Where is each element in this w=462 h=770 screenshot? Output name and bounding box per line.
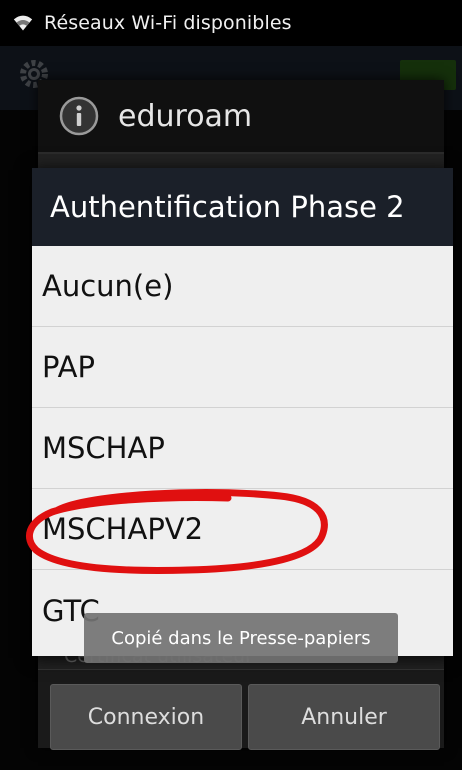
dialog-button-row: Connexion Annuler	[38, 669, 444, 750]
connect-button[interactable]: Connexion	[50, 684, 242, 750]
status-title: Réseaux Wi-Fi disponibles	[44, 12, 292, 34]
dialog-title: Authentification Phase 2	[32, 168, 453, 246]
option-pap[interactable]: PAP	[32, 327, 453, 408]
info-icon	[59, 96, 99, 136]
network-ssid: eduroam	[118, 98, 253, 134]
wifi-icon	[13, 15, 33, 31]
status-bar: Réseaux Wi-Fi disponibles	[0, 0, 462, 46]
phase2-auth-dialog: Authentification Phase 2 Aucun(e) PAP MS…	[32, 168, 453, 656]
cancel-button[interactable]: Annuler	[248, 684, 440, 750]
option-none[interactable]: Aucun(e)	[32, 246, 453, 327]
option-mschap[interactable]: MSCHAP	[32, 408, 453, 489]
network-dialog-header: eduroam	[38, 80, 444, 154]
copied-toast: Copié dans le Presse-papiers	[84, 613, 398, 663]
option-mschapv2[interactable]: MSCHAPV2	[32, 489, 453, 570]
